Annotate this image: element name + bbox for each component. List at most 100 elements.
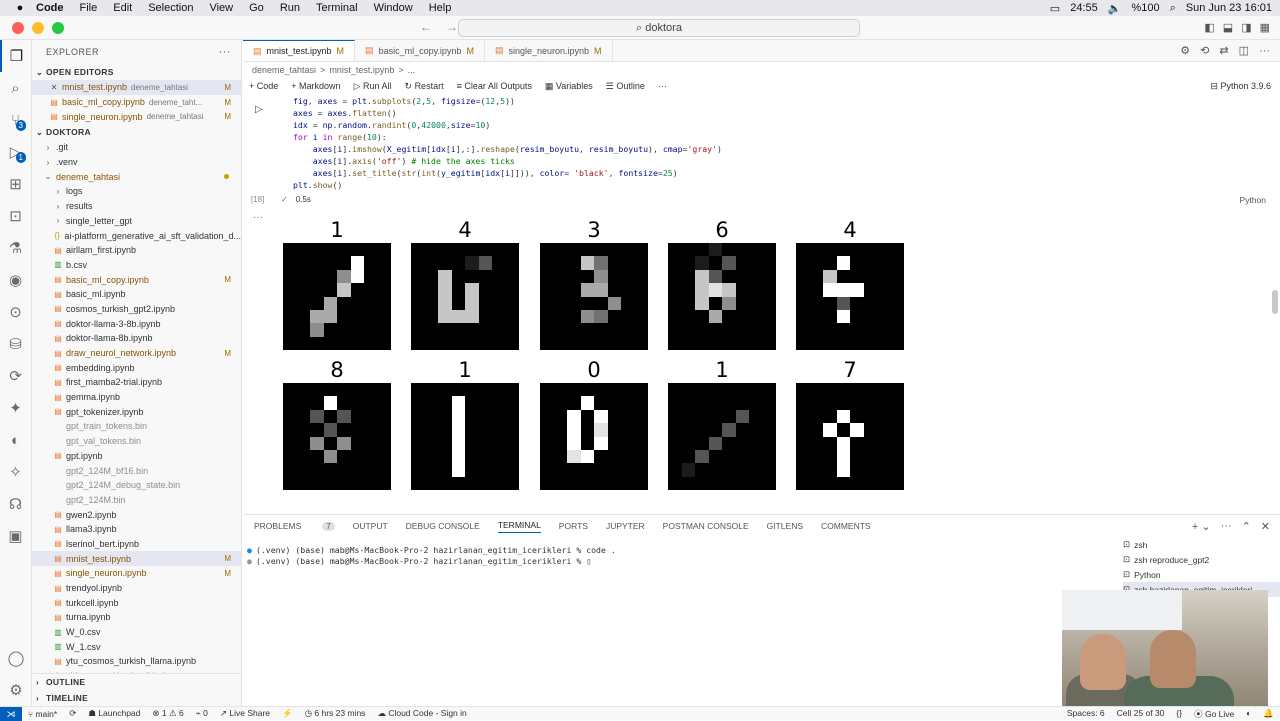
close-window-button[interactable] bbox=[12, 21, 24, 34]
compare-icon[interactable]: ⇄ bbox=[1219, 44, 1228, 57]
database-icon[interactable]: ⛁ bbox=[0, 328, 31, 360]
folder-item[interactable]: › logs bbox=[32, 184, 241, 199]
breadcrumb-item[interactable]: deneme_tahtasi bbox=[252, 65, 316, 75]
panel-tab-ports[interactable]: PORTS bbox=[559, 521, 588, 531]
timer-status[interactable]: ◷ 6 hrs 23 mins bbox=[299, 708, 372, 719]
menu-item-go[interactable]: Go bbox=[241, 2, 272, 14]
toggle-sidebar-icon[interactable]: ◧ bbox=[1204, 21, 1214, 34]
terminal-instance[interactable]: ⊡ zsh reproduce_gpt2 bbox=[1123, 552, 1280, 567]
menu-item-selection[interactable]: Selection bbox=[140, 2, 201, 14]
file-item[interactable]: ▥ W_0.csv bbox=[32, 625, 241, 640]
output-more-icon[interactable]: ··· bbox=[253, 212, 263, 223]
history-icon[interactable]: ⟲ bbox=[1200, 44, 1209, 57]
customize-layout-icon[interactable]: ▦ bbox=[1260, 21, 1270, 34]
file-item[interactable]: ▤ basic_ml.ipynb bbox=[32, 287, 241, 302]
open-editors-section[interactable]: ⌄ OPEN EDITORS bbox=[32, 64, 241, 80]
zoom-window-button[interactable] bbox=[52, 21, 64, 34]
clock[interactable]: Sun Jun 23 16:01 bbox=[1186, 2, 1272, 14]
sync-icon[interactable]: ⟳ bbox=[63, 708, 82, 719]
settings-gear-icon[interactable]: ⚙ bbox=[0, 674, 32, 706]
file-item[interactable]: ▤ gpt_tokenizer.ipynb bbox=[32, 404, 241, 419]
forward-arrow-icon[interactable]: → bbox=[446, 20, 458, 34]
close-panel-icon[interactable]: ✕ bbox=[1261, 520, 1270, 533]
notifications-icon[interactable]: 🔔 bbox=[1257, 708, 1280, 720]
menu-item-terminal[interactable]: Terminal bbox=[308, 2, 366, 14]
cloud-code-icon[interactable]: ✦ bbox=[0, 392, 31, 424]
file-item[interactable]: ▤ trendyol.ipynb bbox=[32, 581, 241, 596]
indentation-status[interactable]: Spaces: 6 bbox=[1061, 708, 1111, 720]
toggle-secondary-sidebar-icon[interactable]: ◨ bbox=[1241, 21, 1251, 34]
file-item[interactable]: ▤ cosmos_turkish_gpt2.ipynb bbox=[32, 302, 241, 317]
file-item[interactable]: ▤ doktor-llama-3-8b.ipynb bbox=[32, 316, 241, 331]
file-item[interactable]: ▤ turna.ipynb bbox=[32, 610, 241, 625]
file-item[interactable]: ▤ doktor-llama-8b.ipynb bbox=[32, 331, 241, 346]
menu-item-edit[interactable]: Edit bbox=[105, 2, 140, 14]
variables-button[interactable]: ▦ Variables bbox=[545, 81, 593, 92]
toggle-panel-icon[interactable]: ⬓ bbox=[1223, 21, 1233, 34]
timeline-section[interactable]: › TIMELINE bbox=[32, 690, 241, 706]
folder-item[interactable]: › .venv bbox=[32, 155, 241, 170]
close-icon[interactable]: ✕ bbox=[48, 83, 60, 92]
panel-tab-terminal[interactable]: TERMINAL bbox=[497, 520, 541, 533]
folder-item[interactable]: › .git bbox=[32, 140, 241, 155]
menu-item-window[interactable]: Window bbox=[366, 2, 421, 14]
wakatime-icon[interactable]: ⚡ bbox=[276, 708, 299, 719]
editor-scrollbar[interactable] bbox=[1272, 290, 1278, 314]
open-editor-item[interactable]: ✕ mnist_test.ipynb deneme_tahtasi M bbox=[32, 80, 241, 95]
file-item[interactable]: gpt2_124M.bin bbox=[32, 493, 241, 508]
file-item[interactable]: ▤ gpt.ipynb bbox=[32, 449, 241, 464]
file-item[interactable]: ▤ mnist_test.ipynb M bbox=[32, 551, 241, 566]
search-icon[interactable]: ⌕ bbox=[1170, 2, 1176, 15]
add-markdown-cell-button[interactable]: + Markdown bbox=[291, 81, 340, 91]
accounts-icon[interactable]: ◯ bbox=[0, 642, 32, 674]
toolbar-more-button[interactable]: ··· bbox=[658, 81, 667, 91]
postman-icon[interactable]: ⟳ bbox=[0, 360, 31, 392]
terminal-instance[interactable]: ⊡ Python bbox=[1123, 567, 1280, 582]
cell-position-status[interactable]: Cell 25 of 30 bbox=[1111, 708, 1171, 720]
panel-tab-postman-console[interactable]: POSTMAN CONSOLE bbox=[663, 521, 749, 531]
remote-indicator-icon[interactable]: ⋊ bbox=[0, 706, 22, 721]
file-item[interactable]: ▥ b.csv bbox=[32, 258, 241, 273]
menu-item-file[interactable]: File bbox=[72, 2, 106, 14]
branch-status[interactable]: ⑂ main* bbox=[22, 709, 63, 719]
ports-status[interactable]: ⌁ 0 bbox=[190, 708, 214, 719]
tab-mnist-test-ipynb[interactable]: ▤ mnist_test.ipynb M bbox=[243, 40, 356, 61]
more-actions-icon[interactable]: ··· bbox=[219, 46, 232, 58]
extensions-icon[interactable]: ⊞ bbox=[0, 168, 31, 200]
split-editor-icon[interactable]: ◫ bbox=[1239, 44, 1249, 57]
more-actions-icon[interactable]: ··· bbox=[1221, 520, 1232, 533]
open-editor-item[interactable]: ▤ basic_ml_copy.ipynb deneme_taht... M bbox=[32, 95, 241, 110]
file-item[interactable]: ▤ gemma.ipynb bbox=[32, 390, 241, 405]
go-live-status[interactable]: ⦿ Go Live bbox=[1188, 708, 1240, 720]
root-folder-section[interactable]: ⌄ DOKTORA bbox=[32, 124, 241, 140]
file-item[interactable]: ▤ turkcell.ipynb bbox=[32, 595, 241, 610]
breadcrumb-item[interactable]: ... bbox=[408, 65, 416, 75]
file-item[interactable]: gpt2_124M_debug_state.bin bbox=[32, 478, 241, 493]
panel-tab-problems[interactable]: PROBLEMS bbox=[254, 521, 301, 531]
copilot-icon[interactable]: ◐ bbox=[0, 424, 31, 456]
back-arrow-icon[interactable]: ← bbox=[420, 20, 432, 34]
command-center-search[interactable]: ⌕ doktora bbox=[458, 19, 860, 37]
folder-item[interactable]: › results bbox=[32, 199, 241, 214]
search-view-icon[interactable]: ⌕ bbox=[0, 72, 31, 104]
run-cell-icon[interactable]: ▷ bbox=[255, 104, 263, 115]
explorer-icon[interactable]: ❐ bbox=[0, 40, 31, 72]
tab-basic-ml-copy-ipynb[interactable]: ▤ basic_ml_copy.ipynb M bbox=[355, 40, 485, 61]
add-code-cell-button[interactable]: + Code bbox=[249, 81, 278, 91]
minimize-window-button[interactable] bbox=[32, 21, 44, 34]
breadcrumb-item[interactable]: mnist_test.ipynb bbox=[329, 65, 394, 75]
comments-icon[interactable]: ▣ bbox=[0, 520, 31, 552]
app-menu[interactable]: Code bbox=[28, 2, 72, 14]
file-item[interactable]: gpt2_124M_bf16.bin bbox=[32, 463, 241, 478]
maximize-panel-icon[interactable]: ⌃ bbox=[1242, 520, 1251, 533]
file-item[interactable]: gpt_val_tokens.bin bbox=[32, 434, 241, 449]
file-item[interactable]: ▤ ytu_cosmos_turkish_llama.ipynb bbox=[32, 654, 241, 669]
run-all-button[interactable]: ▷ Run All bbox=[354, 81, 392, 92]
file-item[interactable]: ▤ embedding.ipynb bbox=[32, 360, 241, 375]
menu-item-help[interactable]: Help bbox=[421, 2, 460, 14]
file-item[interactable]: ▤ gwen2.ipynb bbox=[32, 507, 241, 522]
panel-tab-comments[interactable]: COMMENTS bbox=[821, 521, 871, 531]
run-debug-icon[interactable]: ▷ 1 bbox=[0, 136, 31, 168]
outline-button[interactable]: ☰ Outline bbox=[606, 81, 645, 92]
tab-single-neuron-ipynb[interactable]: ▤ single_neuron.ipynb M bbox=[485, 40, 613, 61]
